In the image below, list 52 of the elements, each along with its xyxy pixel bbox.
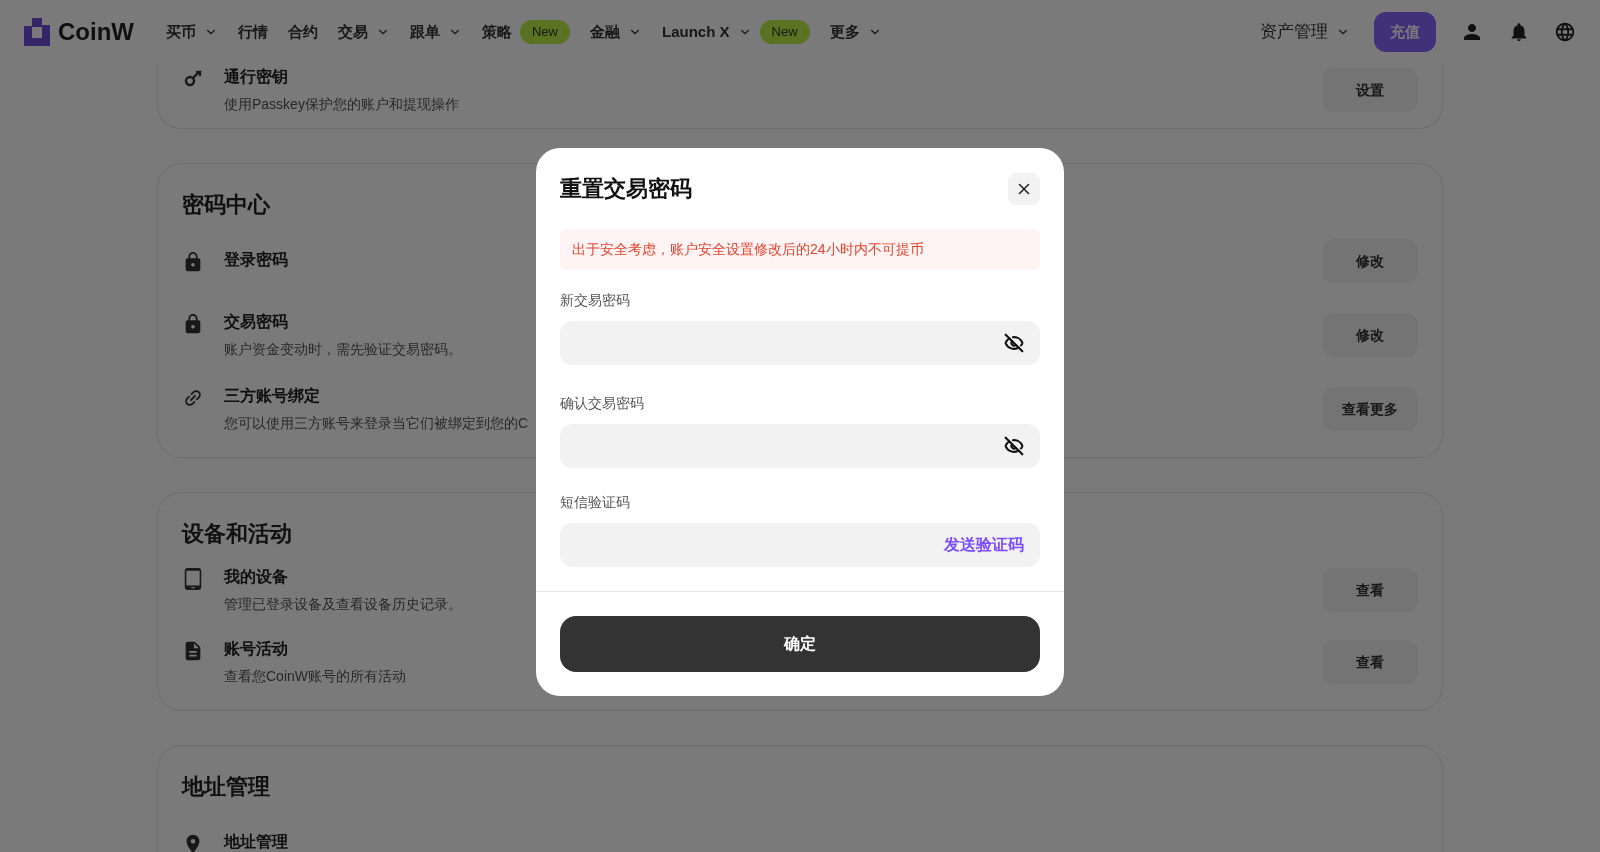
item-title: 登录密码 — [224, 250, 288, 270]
globe-icon[interactable] — [1554, 21, 1576, 43]
password-field[interactable] — [560, 424, 1040, 468]
nav-link[interactable]: 交易 — [338, 20, 390, 44]
device-icon — [182, 568, 204, 590]
logo-text: CoinW — [58, 17, 134, 47]
field-label: 短信验证码 — [560, 493, 631, 512]
item-action-button[interactable]: 修改 — [1322, 313, 1418, 357]
item-description: 账户资金变动时，需先验证交易密码。 — [224, 340, 462, 359]
nav-link[interactable]: 跟单 — [410, 20, 462, 44]
nav-link[interactable]: 更多 — [829, 20, 882, 44]
sms-code-field[interactable]: 发送验证码 — [560, 523, 1040, 567]
item-title: 地址管理 — [224, 832, 288, 852]
close-button[interactable] — [1008, 172, 1040, 205]
new-badge: New — [759, 20, 810, 44]
item-action-button[interactable]: 查看 — [1322, 640, 1418, 684]
security-notice: 出于安全考虑，账户安全设置修改后的24小时内不可提币 — [560, 229, 1040, 270]
send-code-link[interactable]: 发送验证码 — [944, 533, 1024, 557]
nav-link[interactable]: 行情 — [238, 20, 268, 44]
section-title: 设备和活动 — [182, 520, 292, 548]
nav-link[interactable]: Launch X — [662, 20, 752, 44]
item-title: 三方账号绑定 — [224, 386, 321, 406]
nav-link[interactable]: 策略 — [482, 20, 512, 44]
confirm-button[interactable]: 确定 — [560, 616, 1040, 672]
new-badge: New — [520, 20, 570, 44]
section-title: 密码中心 — [182, 191, 270, 219]
nav-link[interactable]: 买币 — [166, 20, 218, 44]
item-description: 使用Passkey保护您的账户和提现操作 — [224, 95, 459, 114]
dialog-title: 重置交易密码 — [560, 175, 692, 203]
item-action-button[interactable]: 查看更多 — [1322, 387, 1418, 431]
asset-management-menu[interactable]: 资产管理 — [1260, 19, 1350, 45]
item-title: 交易密码 — [224, 312, 289, 332]
nav-link[interactable]: 合约 — [288, 20, 318, 44]
item-action-button[interactable]: 查看 — [1322, 568, 1418, 612]
item-title: 通行密钥 — [224, 67, 289, 87]
item-action-button[interactable]: 设置 — [1322, 68, 1418, 112]
key-icon — [183, 68, 203, 88]
deposit-button[interactable]: 充值 — [1374, 12, 1436, 52]
nav-link[interactable]: 金融 — [590, 20, 642, 44]
item-description: 管理已登录设备及查看设备历史记录。 — [224, 595, 462, 614]
logo-icon — [24, 18, 50, 46]
item-action-button[interactable]: 修改 — [1322, 239, 1418, 283]
section-title: 地址管理 — [182, 773, 270, 801]
eye-off-icon[interactable] — [1004, 333, 1024, 353]
field-label: 确认交易密码 — [560, 394, 645, 413]
item-description: 查看您CoinW账号的所有活动 — [224, 667, 406, 686]
item-title: 账号活动 — [224, 639, 289, 659]
eye-off-icon[interactable] — [1004, 436, 1024, 456]
item-title: 我的设备 — [224, 567, 289, 587]
field-label: 新交易密码 — [560, 291, 631, 310]
password-field[interactable] — [560, 321, 1040, 365]
item-description: 您可以使用三方账号来登录当它们被绑定到您的C — [224, 414, 529, 433]
